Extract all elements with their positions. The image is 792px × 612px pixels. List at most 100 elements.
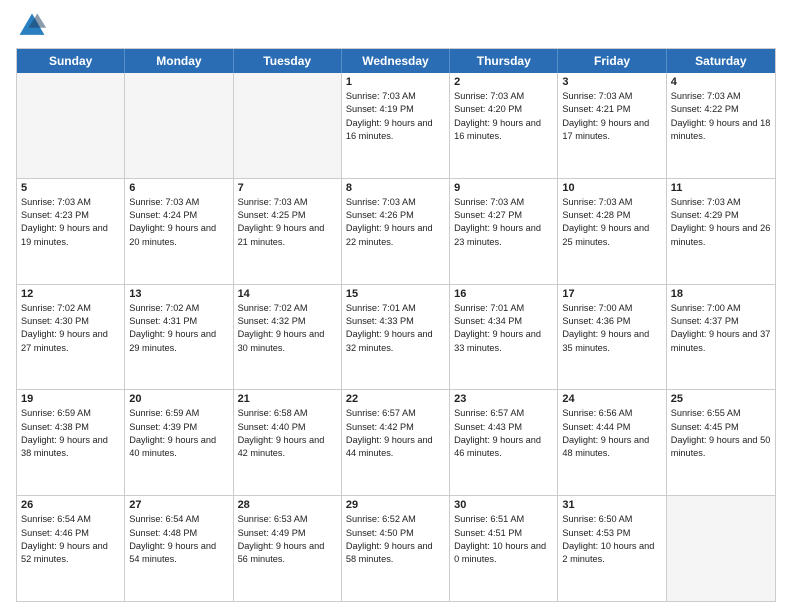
day-cell-2: 2Sunrise: 7:03 AMSunset: 4:20 PMDaylight… [450,73,558,178]
day-info: Sunrise: 6:56 AMSunset: 4:44 PMDaylight:… [562,407,661,460]
day-info: Sunrise: 6:53 AMSunset: 4:49 PMDaylight:… [238,513,337,566]
day-info: Sunrise: 7:01 AMSunset: 4:34 PMDaylight:… [454,302,553,355]
day-info: Sunrise: 7:03 AMSunset: 4:22 PMDaylight:… [671,90,771,143]
day-number: 21 [238,393,337,405]
day-number: 27 [129,499,228,511]
day-info: Sunrise: 6:58 AMSunset: 4:40 PMDaylight:… [238,407,337,460]
day-number: 31 [562,499,661,511]
day-cell-1: 1 Sunrise: 7:03 AMSunset: 4:19 PMDaylight… [342,73,450,178]
day-number: 17 [562,288,661,300]
day-number: 3 [562,76,661,88]
day-number: 28 [238,499,337,511]
day-cell-24: 24 Sunrise: 6:56 AMSunset: 4:44 PMDayligh… [558,390,666,495]
weekday-header-saturday: Saturday [667,49,775,73]
day-info: Sunrise: 7:03 AMSunset: 4:27 PMDaylight:… [454,196,553,249]
day-number: 12 [21,288,120,300]
day-info: Sunrise: 7:03 AMSunset: 4:24 PMDaylight:… [129,196,228,249]
calendar-row-3: 12 Sunrise: 7:02 AMSunset: 4:30 PMDayligh… [17,284,775,390]
day-cell-20: 20 Sunrise: 6:59 AMSunset: 4:39 PMDayligh… [125,390,233,495]
day-info: Sunrise: 6:57 AMSunset: 4:42 PMDaylight:… [346,407,445,460]
weekday-header-tuesday: Tuesday [234,49,342,73]
calendar-row-4: 19 Sunrise: 6:59 AMSunset: 4:38 PMDayligh… [17,389,775,495]
day-cell-26: 26Sunrise: 6:54 AMSunset: 4:46 PMDayligh… [17,496,125,601]
day-number: 1 [346,76,445,88]
day-cell-11: 11 Sunrise: 7:03 AMSunset: 4:29 PMDayligh… [667,179,775,284]
weekday-header-monday: Monday [125,49,233,73]
logo-area [16,10,52,42]
day-info: Sunrise: 7:03 AMSunset: 4:26 PMDaylight:… [346,196,445,249]
day-number: 22 [346,393,445,405]
day-info: Sunrise: 7:02 AMSunset: 4:32 PMDaylight:… [238,302,337,355]
day-cell-8: 8Sunrise: 7:03 AMSunset: 4:26 PMDaylight… [342,179,450,284]
calendar: SundayMondayTuesdayWednesdayThursdayFrid… [16,48,776,602]
day-number: 23 [454,393,553,405]
day-cell-15: 15 Sunrise: 7:01 AMSunset: 4:33 PMDayligh… [342,285,450,390]
day-cell-4: 4 Sunrise: 7:03 AMSunset: 4:22 PMDaylight… [667,73,775,178]
day-info: Sunrise: 6:51 AMSunset: 4:51 PMDaylight:… [454,513,553,566]
day-cell-10: 10Sunrise: 7:03 AMSunset: 4:28 PMDayligh… [558,179,666,284]
day-cell-13: 13 Sunrise: 7:02 AMSunset: 4:31 PMDayligh… [125,285,233,390]
day-number: 15 [346,288,445,300]
day-info: Sunrise: 7:02 AMSunset: 4:30 PMDaylight:… [21,302,120,355]
day-info: Sunrise: 7:03 AMSunset: 4:25 PMDaylight:… [238,196,337,249]
day-number: 10 [562,182,661,194]
day-info: Sunrise: 7:00 AMSunset: 4:37 PMDaylight:… [671,302,771,355]
day-number: 9 [454,182,553,194]
day-cell-28: 28 Sunrise: 6:53 AMSunset: 4:49 PMDayligh… [234,496,342,601]
day-info: Sunrise: 7:03 AMSunset: 4:29 PMDaylight:… [671,196,771,249]
day-cell-31: 31 Sunrise: 6:50 AMSunset: 4:53 PMDayligh… [558,496,666,601]
day-cell-23: 23 Sunrise: 6:57 AMSunset: 4:43 PMDayligh… [450,390,558,495]
day-cell-19: 19 Sunrise: 6:59 AMSunset: 4:38 PMDayligh… [17,390,125,495]
day-number: 16 [454,288,553,300]
calendar-row-5: 26Sunrise: 6:54 AMSunset: 4:46 PMDayligh… [17,495,775,601]
day-cell-16: 16 Sunrise: 7:01 AMSunset: 4:34 PMDayligh… [450,285,558,390]
day-cell-12: 12 Sunrise: 7:02 AMSunset: 4:30 PMDayligh… [17,285,125,390]
page: SundayMondayTuesdayWednesdayThursdayFrid… [0,0,792,612]
calendar-body: 1 Sunrise: 7:03 AMSunset: 4:19 PMDaylight… [17,73,775,601]
empty-cell [17,73,125,178]
weekday-header-sunday: Sunday [17,49,125,73]
empty-cell [125,73,233,178]
weekday-header-thursday: Thursday [450,49,558,73]
day-info: Sunrise: 7:03 AMSunset: 4:21 PMDaylight:… [562,90,661,143]
day-number: 4 [671,76,771,88]
day-number: 24 [562,393,661,405]
weekday-header-wednesday: Wednesday [342,49,450,73]
day-info: Sunrise: 6:55 AMSunset: 4:45 PMDaylight:… [671,407,771,460]
day-cell-5: 5Sunrise: 7:03 AMSunset: 4:23 PMDaylight… [17,179,125,284]
day-cell-29: 29Sunrise: 6:52 AMSunset: 4:50 PMDayligh… [342,496,450,601]
day-cell-30: 30 Sunrise: 6:51 AMSunset: 4:51 PMDayligh… [450,496,558,601]
day-number: 6 [129,182,228,194]
day-info: Sunrise: 7:03 AMSunset: 4:19 PMDaylight:… [346,90,445,143]
calendar-row-1: 1 Sunrise: 7:03 AMSunset: 4:19 PMDaylight… [17,73,775,178]
day-info: Sunrise: 6:50 AMSunset: 4:53 PMDaylight:… [562,513,661,566]
day-info: Sunrise: 6:59 AMSunset: 4:39 PMDaylight:… [129,407,228,460]
day-info: Sunrise: 7:01 AMSunset: 4:33 PMDaylight:… [346,302,445,355]
day-number: 25 [671,393,771,405]
day-number: 5 [21,182,120,194]
day-cell-18: 18Sunrise: 7:00 AMSunset: 4:37 PMDayligh… [667,285,775,390]
day-cell-21: 21 Sunrise: 6:58 AMSunset: 4:40 PMDayligh… [234,390,342,495]
day-cell-25: 25 Sunrise: 6:55 AMSunset: 4:45 PMDayligh… [667,390,775,495]
day-number: 13 [129,288,228,300]
day-number: 19 [21,393,120,405]
day-info: Sunrise: 6:59 AMSunset: 4:38 PMDaylight:… [21,407,120,460]
day-info: Sunrise: 7:00 AMSunset: 4:36 PMDaylight:… [562,302,661,355]
calendar-row-2: 5Sunrise: 7:03 AMSunset: 4:23 PMDaylight… [17,178,775,284]
day-cell-6: 6 Sunrise: 7:03 AMSunset: 4:24 PMDaylight… [125,179,233,284]
day-info: Sunrise: 7:03 AMSunset: 4:20 PMDaylight:… [454,90,553,143]
day-number: 20 [129,393,228,405]
logo-icon [16,10,48,42]
header [16,10,776,42]
day-number: 11 [671,182,771,194]
day-number: 29 [346,499,445,511]
day-number: 7 [238,182,337,194]
day-info: Sunrise: 6:57 AMSunset: 4:43 PMDaylight:… [454,407,553,460]
day-info: Sunrise: 6:54 AMSunset: 4:46 PMDaylight:… [21,513,120,566]
weekday-header-friday: Friday [558,49,666,73]
day-info: Sunrise: 6:54 AMSunset: 4:48 PMDaylight:… [129,513,228,566]
day-info: Sunrise: 7:02 AMSunset: 4:31 PMDaylight:… [129,302,228,355]
empty-cell [234,73,342,178]
day-number: 30 [454,499,553,511]
day-cell-14: 14Sunrise: 7:02 AMSunset: 4:32 PMDayligh… [234,285,342,390]
